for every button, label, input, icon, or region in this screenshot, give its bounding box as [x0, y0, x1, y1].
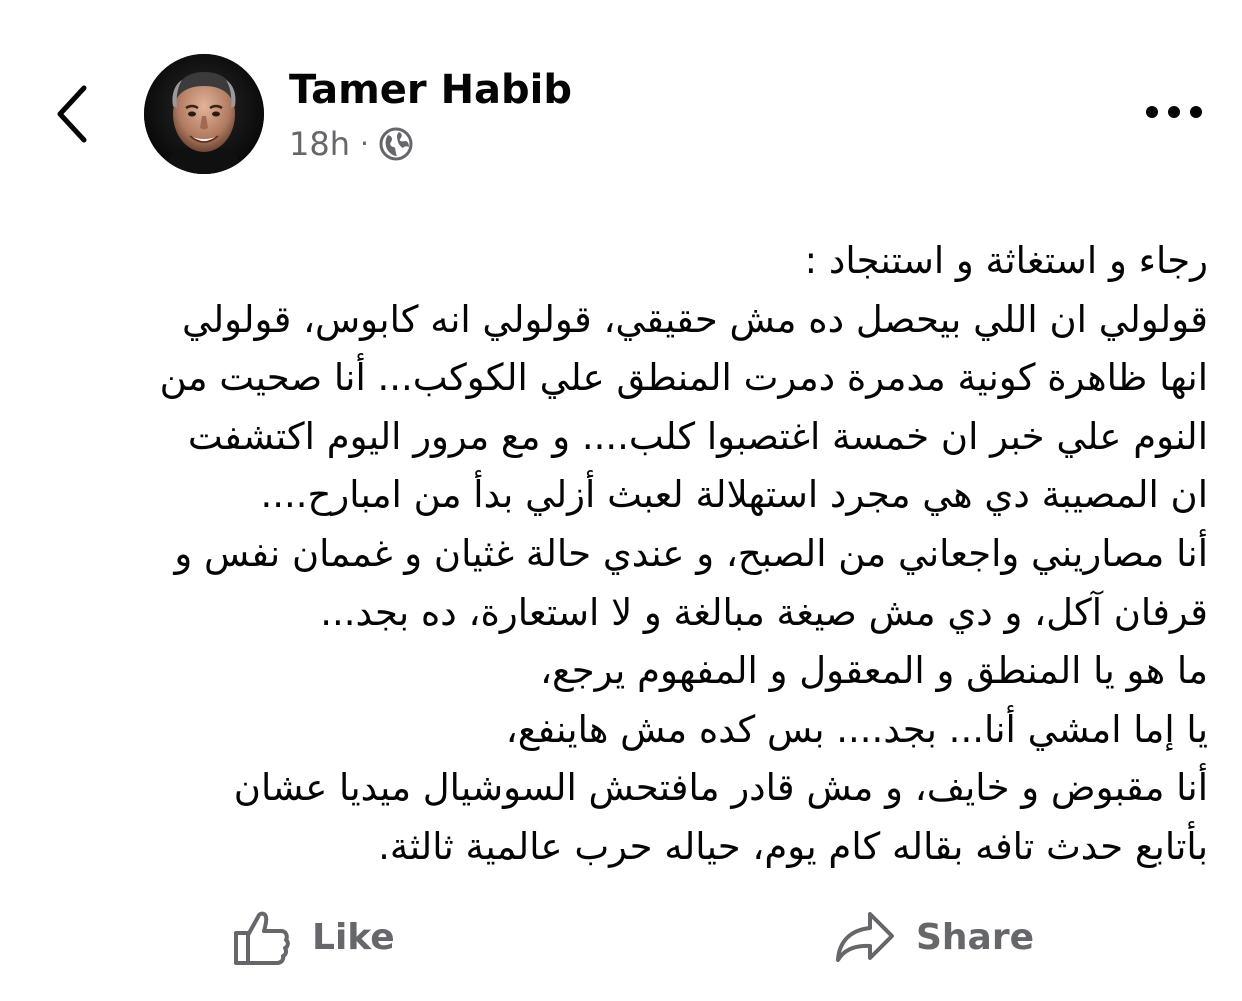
post-line: انها ظاهرة كونية مدمرة دمرت المنطق علي ا…: [159, 356, 1208, 400]
share-label: Share: [916, 916, 1035, 958]
post-line: يا إما امشي أنا... بجد.... بس كده مش هاي…: [505, 707, 1208, 751]
post-line: ان المصيبة دي هي مجرد استهلالة لعبث أزلي…: [260, 473, 1208, 517]
post-meta: 18h ·: [289, 122, 413, 166]
post-line: أنا مصاريني واجعاني من الصبح، و عندي حال…: [174, 531, 1208, 575]
more-options-button[interactable]: [1132, 88, 1216, 136]
back-button[interactable]: [40, 72, 104, 156]
thumbs-up-icon: [234, 911, 290, 965]
post-line: النوم علي خبر ان خمسة اغتصبوا كلب.... و …: [187, 414, 1208, 458]
post-line: قولولي ان اللي بيحصل ده مش حقيقي، قولولي…: [182, 297, 1208, 341]
globe-icon: [379, 127, 413, 161]
post-line: بأتابع حدث تافه بقاله كام يوم، حياله حرب…: [378, 824, 1208, 868]
post-line: أنا مقبوض و خايف، و مش قادر مافتحش السوش…: [233, 766, 1208, 810]
share-button[interactable]: Share: [834, 892, 1034, 982]
post-actions: Like Share: [0, 892, 1242, 982]
meta-separator: ·: [360, 127, 369, 160]
chevron-left-icon: [57, 85, 87, 143]
like-button[interactable]: Like: [232, 892, 395, 982]
share-arrow-icon: [836, 912, 894, 962]
avatar-image: [144, 54, 264, 174]
like-label: Like: [312, 916, 395, 958]
post-line: قرفان آكل، و دي مش صيغة مبالغة و لا استع…: [320, 590, 1208, 634]
post-timestamp[interactable]: 18h: [289, 125, 350, 163]
author-name[interactable]: Tamer Habib: [289, 64, 572, 116]
avatar[interactable]: [144, 54, 264, 174]
more-horizontal-icon: [1146, 106, 1202, 118]
post-line: رجاء و استغاثة و استنجاد :: [804, 239, 1208, 282]
post-page: Tamer Habib 18h · رجاء و استغاثة و استنج…: [0, 0, 1242, 1001]
post-line: ما هو يا المنطق و المعقول و المفهوم يرجع…: [540, 649, 1208, 693]
post-body: رجاء و استغاثة و استنجاد : قولولي ان الل…: [30, 232, 1208, 877]
